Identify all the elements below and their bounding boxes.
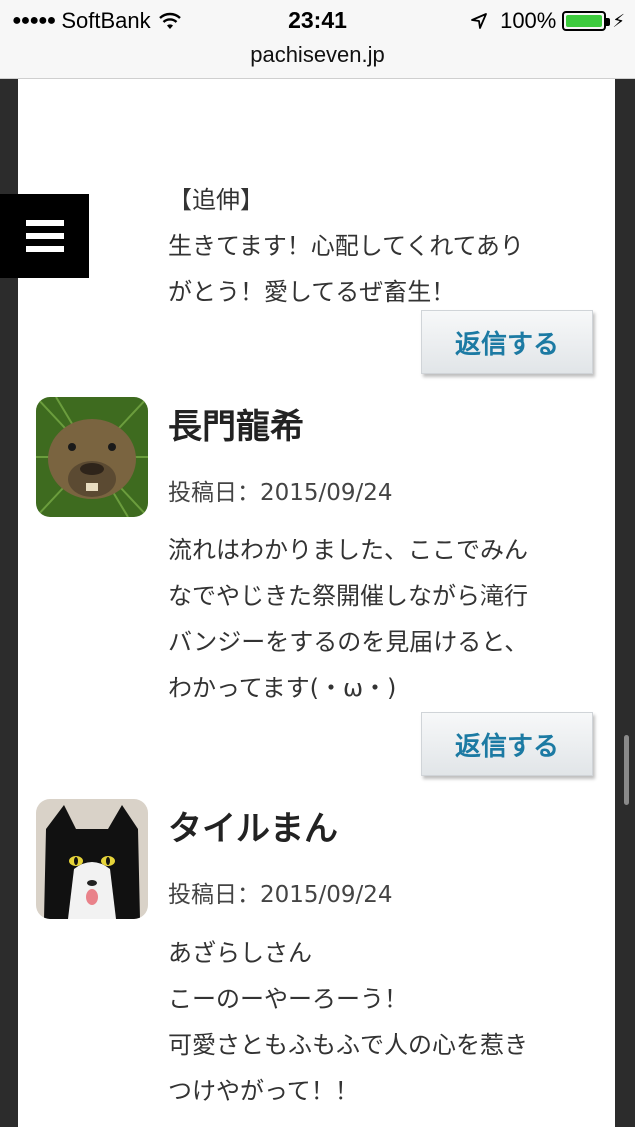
scrollbar[interactable] — [624, 735, 629, 805]
comment-author: タイルまん — [168, 809, 338, 849]
hamburger-menu-button[interactable] — [0, 194, 89, 278]
comment-date: 投稿日：2015/09/24 — [168, 882, 393, 908]
comment-author: 長門龍希 — [168, 407, 304, 447]
url-domain[interactable]: pachiseven.jp — [250, 42, 385, 67]
battery-icon — [562, 11, 611, 31]
comment-line: 可愛さともふもふで人の心を惹き — [168, 1031, 528, 1059]
comment-body: 【追伸】 生きてます！心配してくれてあり がとう！愛してるぜ畜生！ — [168, 177, 524, 315]
comment-line: 【追伸】 — [168, 186, 264, 214]
battery-percent: 100% — [500, 8, 557, 33]
comment-line: わかってます(・ω・) — [168, 674, 397, 702]
cat-avatar — [36, 799, 148, 919]
charging-bolt-icon: ⚡ — [612, 10, 625, 31]
comment-line: 流れはわかりました、ここでみん — [168, 536, 528, 564]
comment-body: 流れはわかりました、ここでみん なでやじきた祭開催しながら滝行 バンジーをするの… — [168, 527, 528, 711]
hamburger-icon-bar — [25, 246, 64, 252]
comment-line: 生きてます！心配してくれてあり — [168, 232, 524, 260]
hamburger-icon-bar — [25, 233, 64, 239]
comment-line: こーのーやーろーう！ — [168, 985, 408, 1013]
comment-date: 投稿日：2015/09/24 — [168, 480, 393, 506]
comment-body: あざらしさん こーのーやーろーう！ 可愛さともふもふで人の心を惹き つけやがって… — [168, 930, 528, 1114]
address-bar[interactable]: pachiseven.jp — [0, 40, 635, 79]
comment-line: がとう！愛してるぜ畜生！ — [168, 278, 456, 306]
comments-section: 【追伸】 生きてます！心配してくれてあり がとう！愛してるぜ畜生！ 返信する 長… — [18, 79, 615, 1127]
reply-button[interactable]: 返信する — [421, 712, 593, 776]
location-arrow-icon — [471, 13, 487, 29]
capybara-avatar — [36, 397, 148, 517]
comment-line: つけやがって！！ — [168, 1077, 359, 1105]
reply-button[interactable]: 返信する — [421, 310, 593, 374]
comment-line: バンジーをするのを見届けると、 — [168, 628, 529, 656]
hamburger-icon — [25, 220, 64, 226]
comment-line: なでやじきた祭開催しながら滝行 — [168, 582, 528, 610]
comment-line: あざらしさん — [168, 939, 312, 967]
status-bar: ●●●●● SoftBank 23:41 100% ⚡ — [0, 0, 635, 40]
